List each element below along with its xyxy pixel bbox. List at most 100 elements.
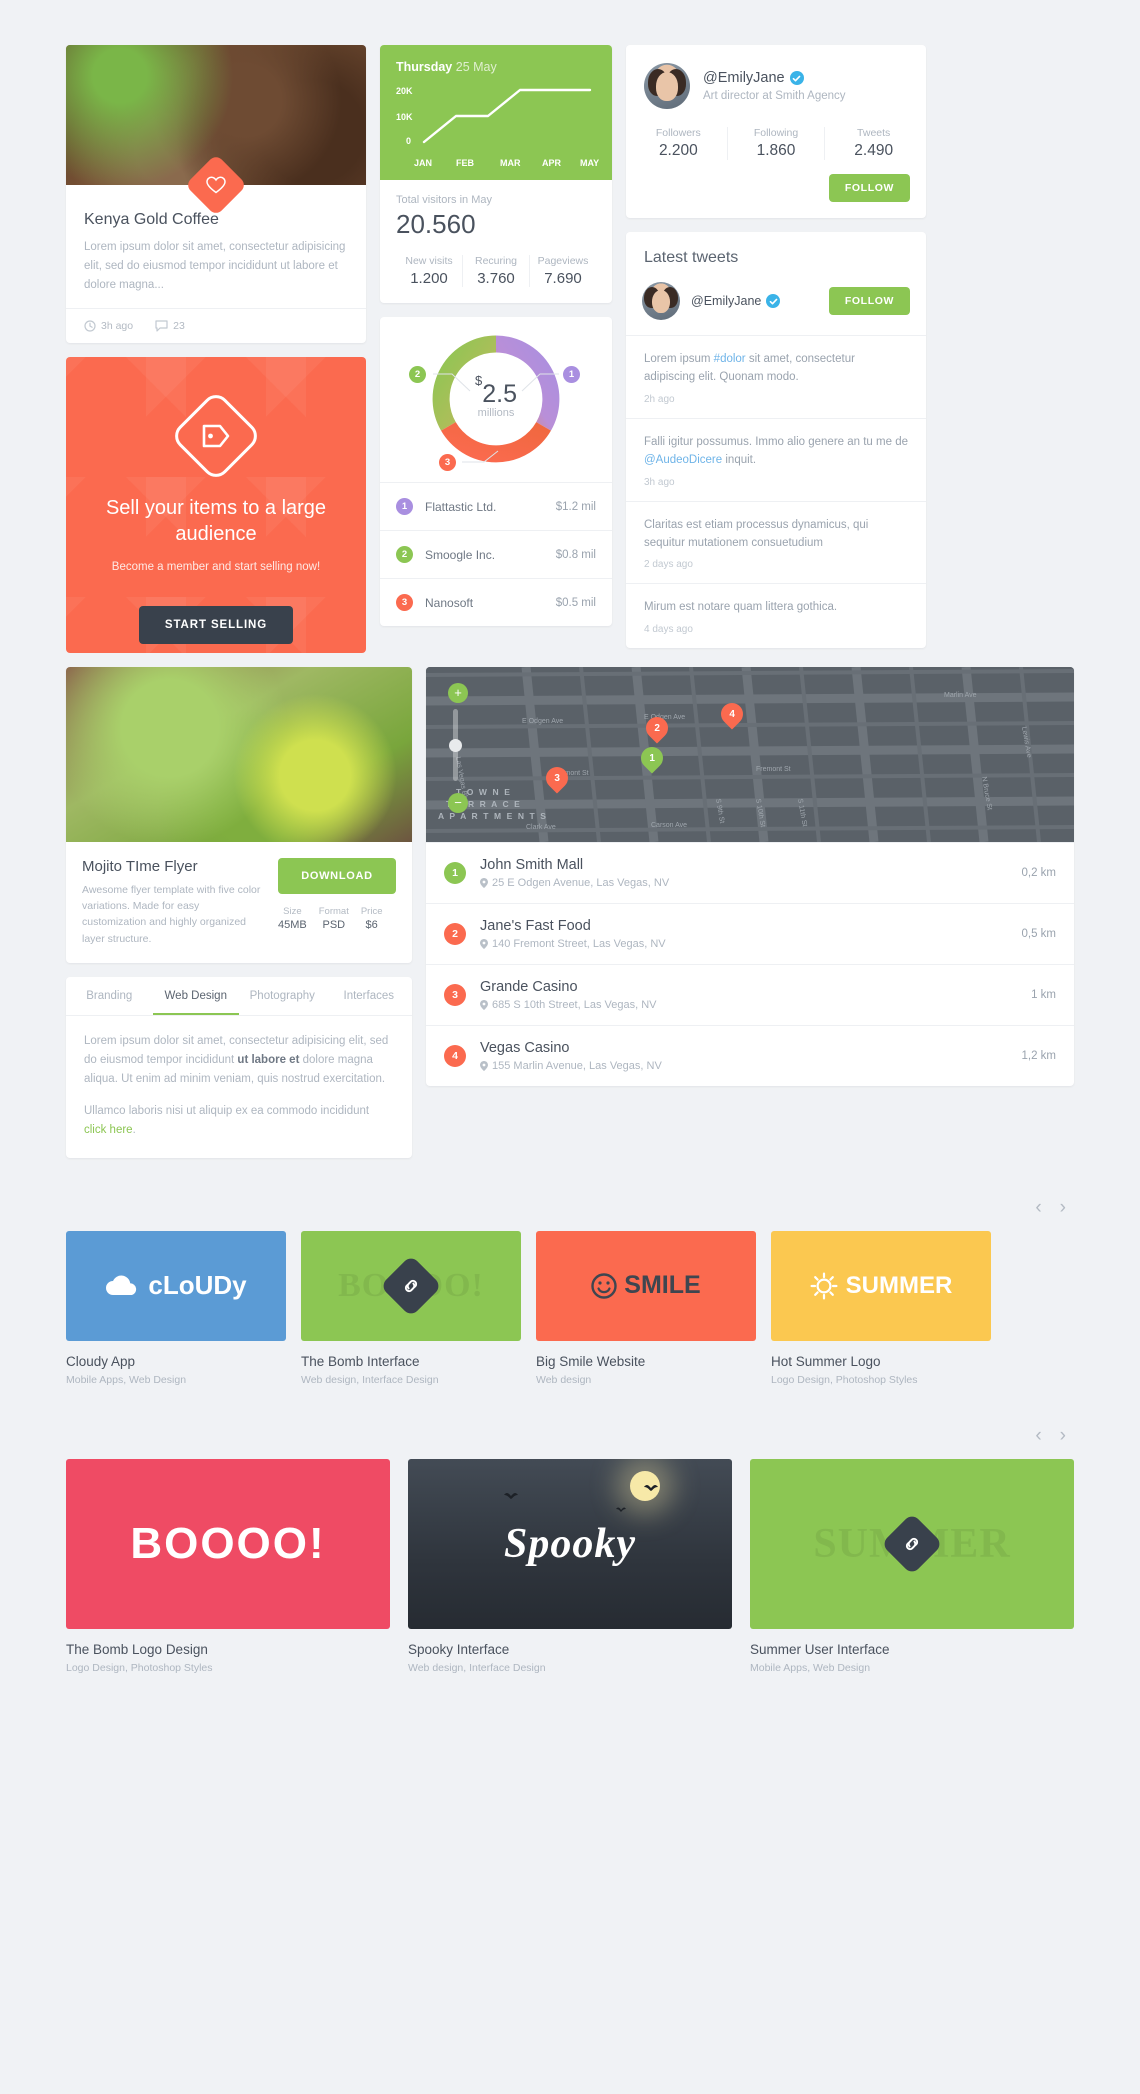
portfolio-thumbnail[interactable]: SUMMER xyxy=(750,1458,1074,1629)
portfolio-item[interactable]: SUMMER Summer User Interface Mobile Apps… xyxy=(750,1458,1074,1674)
map-pin-icon xyxy=(480,999,488,1010)
map-street-label: E Odgen Ave xyxy=(522,718,563,725)
portfolio-category: Web design, Interface Design xyxy=(408,1661,546,1674)
tab-panel: Lorem ipsum dolor sit amet, consectetur … xyxy=(66,1016,412,1158)
revenue-legend-row[interactable]: 2 Smoogle Inc. $0.8 mil xyxy=(380,530,612,578)
download-button[interactable]: DOWNLOAD xyxy=(278,857,396,894)
stat-value: 2.200 xyxy=(658,142,698,159)
follow-button[interactable]: FOLLOW xyxy=(828,174,910,202)
tab-photography[interactable]: Photography xyxy=(239,977,326,1015)
article-comments[interactable]: 23 xyxy=(155,320,185,332)
tweet-link[interactable]: @AudeoDicere xyxy=(644,454,722,466)
meta-label: Price xyxy=(360,905,383,917)
x-tick-jan: JAN xyxy=(414,158,432,168)
place-row[interactable]: 3 Grande Casino 685 S 10th Street, Las V… xyxy=(426,963,1074,1025)
map-zoom-out-button[interactable]: − xyxy=(448,792,468,813)
tab-link[interactable]: click here xyxy=(84,1124,133,1136)
carousel-prev-icon[interactable]: ‹ xyxy=(1035,1426,1041,1445)
map-zoom-in-button[interactable]: + xyxy=(448,682,468,703)
portfolio-grid-1: cLoUDy Cloudy App Mobile Apps, Web Desig… xyxy=(66,1230,1074,1386)
bats-decoration xyxy=(504,1484,658,1512)
link-icon xyxy=(404,1279,418,1292)
map-street-label: Marlin Ave xyxy=(944,692,977,699)
stat-label: Recuring xyxy=(474,255,518,267)
portfolio-item[interactable]: BOOOO! The Bomb Interface Web design, In… xyxy=(301,1230,521,1386)
tab-web-design[interactable]: Web Design xyxy=(152,977,239,1015)
portfolio-category: Logo Design, Photoshop Styles xyxy=(771,1373,918,1386)
carousel-next-icon[interactable]: › xyxy=(1060,1426,1066,1445)
map-pin-icon xyxy=(480,877,488,888)
stat-label: Followers xyxy=(655,127,701,139)
flyer-meta-item: Format PSD xyxy=(319,906,349,931)
carousel-next-icon[interactable]: › xyxy=(1060,1198,1066,1217)
legend-value: $0.8 mil xyxy=(555,548,596,561)
start-selling-button[interactable]: START SELLING xyxy=(138,605,294,644)
portfolio-item[interactable]: cLoUDy Cloudy App Mobile Apps, Web Desig… xyxy=(66,1230,286,1386)
visitors-line xyxy=(422,88,592,144)
flyer-meta: Size 45MB Format PSD Price $6 xyxy=(278,906,396,931)
flyer-title: Mojito TIme Flyer xyxy=(82,857,198,875)
portfolio-item[interactable]: Spooky Spooky Interface Web design, Inte… xyxy=(408,1458,732,1674)
visitors-stat: Pageviews 7.690 xyxy=(529,255,596,287)
article-footer: 3h ago 23 xyxy=(66,307,366,343)
portfolio-item[interactable]: SUMMER Hot Summer Logo Logo Design, Phot… xyxy=(771,1230,991,1386)
tweet-item: Lorem ipsum #dolor sit amet, consectetur… xyxy=(626,336,926,419)
portfolio-thumbnail[interactable]: Spooky xyxy=(408,1458,732,1629)
portfolio-thumbnail[interactable]: cLoUDy xyxy=(66,1230,286,1341)
map-graphics: T O W N E T E R R A C E A P A R T M E N … xyxy=(426,666,1074,842)
legend-company: Flattastic Ltd. xyxy=(425,499,497,514)
legend-company: Nanosoft xyxy=(425,595,474,610)
meta-value: 45MB xyxy=(278,918,307,931)
profile-handle-row: @EmilyJane xyxy=(703,70,846,86)
carousel-prev-icon[interactable]: ‹ xyxy=(1035,1198,1041,1217)
portfolio-name: Cloudy App xyxy=(66,1353,136,1369)
map-image[interactable]: T O W N E T E R R A C E A P A R T M E N … xyxy=(426,666,1074,842)
legend-value: $0.5 mil xyxy=(555,596,596,609)
revenue-card: 2 1 3 $2.5 millions 1 Flattastic Ltd. $1… xyxy=(380,317,612,626)
map-zoom-knob[interactable] xyxy=(449,738,462,752)
portfolio-category: Logo Design, Photoshop Styles xyxy=(66,1661,213,1674)
portfolio-item[interactable]: SMILE Big Smile Website Web design xyxy=(536,1230,756,1386)
place-row[interactable]: 4 Vegas Casino 155 Marlin Avenue, Las Ve… xyxy=(426,1024,1074,1086)
portfolio-thumbnail[interactable]: SMILE xyxy=(536,1230,756,1341)
portfolio-thumbnail[interactable]: SUMMER xyxy=(771,1230,991,1341)
avatar xyxy=(642,282,680,320)
tab-interfaces[interactable]: Interfaces xyxy=(326,977,413,1015)
profile-header: @EmilyJane Art director at Smith Agency xyxy=(626,45,926,109)
donut-pin-2[interactable]: 2 xyxy=(409,366,426,383)
thumb-text: cLoUDy xyxy=(148,1270,247,1301)
donut-svg xyxy=(432,335,560,463)
place-distance: 0,2 km xyxy=(1021,866,1056,879)
revenue-legend-row[interactable]: 3 Nanosoft $0.5 mil xyxy=(380,578,612,626)
place-number: 4 xyxy=(444,1044,466,1067)
place-name: Grande Casino xyxy=(480,978,578,995)
donut-pin-1[interactable]: 1 xyxy=(563,366,580,383)
tab-paragraph-2: Ullamco laboris nisi ut aliquip ex ea co… xyxy=(84,1102,394,1140)
map-street-label: Fremont St xyxy=(756,766,791,773)
place-row[interactable]: 2 Jane's Fast Food 140 Fremont Street, L… xyxy=(426,902,1074,964)
donut-pin-3[interactable]: 3 xyxy=(439,454,456,471)
portfolio-category: Mobile Apps, Web Design xyxy=(750,1661,871,1674)
flyer-image xyxy=(66,666,412,842)
tag-icon xyxy=(169,389,263,483)
x-tick-apr: APR xyxy=(542,158,562,168)
link-icon xyxy=(905,1537,919,1550)
tweet-link[interactable]: #dolor xyxy=(714,353,746,365)
tab-branding[interactable]: Branding xyxy=(66,977,153,1015)
portfolio-thumbnail[interactable]: BOOOO! xyxy=(66,1458,390,1629)
tweet-text-after: inquit. xyxy=(722,454,757,467)
place-row[interactable]: 1 John Smith Mall 25 E Odgen Avenue, Las… xyxy=(426,841,1074,903)
portfolio-thumbnail[interactable]: BOOOO! xyxy=(301,1230,521,1341)
flyer-body: Mojito TIme Flyer Awesome flyer template… xyxy=(66,842,412,947)
visitors-stat: Recuring 3.760 xyxy=(462,255,529,287)
article-image xyxy=(66,45,366,217)
portfolio-item[interactable]: BOOOO! The Bomb Logo Design Logo Design,… xyxy=(66,1458,390,1674)
check-glyph xyxy=(792,75,801,81)
stat-value: 3.760 xyxy=(477,270,515,287)
promo-card: Sell your items to a large audience Beco… xyxy=(66,356,366,653)
place-name: Vegas Casino xyxy=(480,1039,570,1056)
legend-company: Smoogle Inc. xyxy=(425,547,496,562)
revenue-legend-row[interactable]: 1 Flattastic Ltd. $1.2 mil xyxy=(380,482,612,530)
profile-handle: @EmilyJane xyxy=(703,70,785,86)
tweets-follow-button[interactable]: FOLLOW xyxy=(828,287,910,315)
